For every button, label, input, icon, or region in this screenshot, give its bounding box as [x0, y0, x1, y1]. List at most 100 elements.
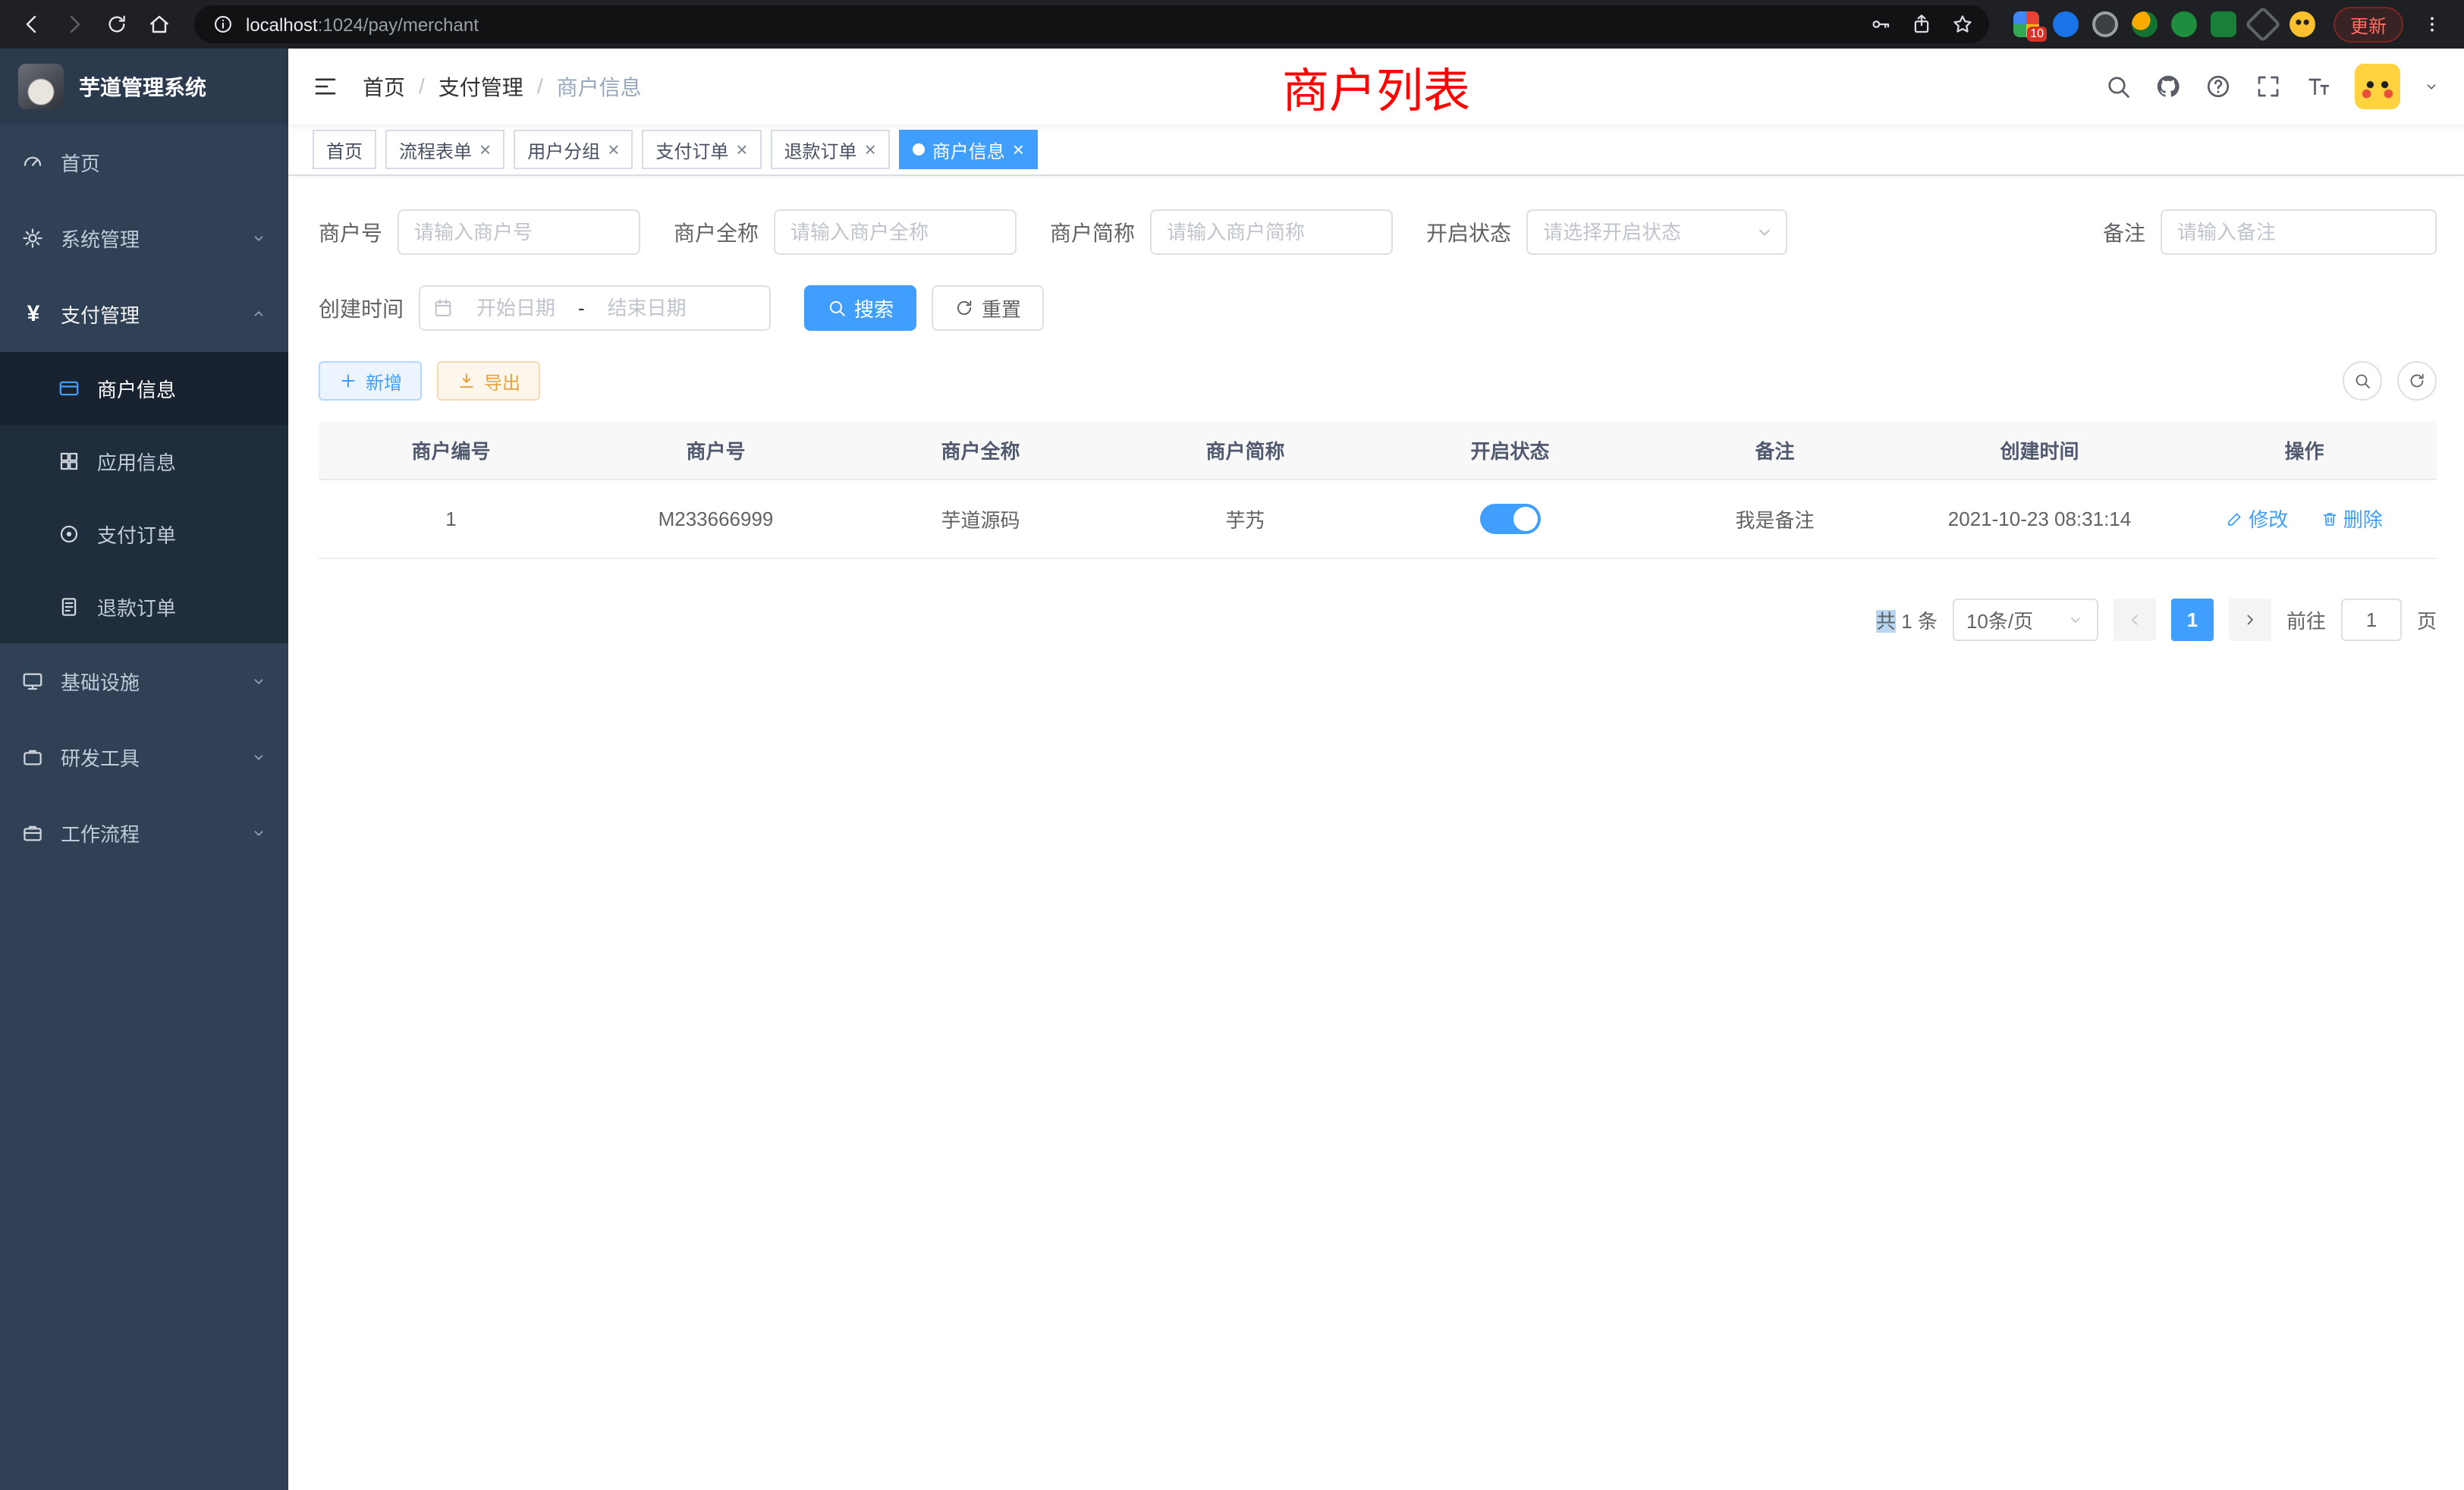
- extension-icon-7[interactable]: [2245, 6, 2281, 42]
- site-info-icon[interactable]: [209, 11, 237, 38]
- extension-icon-3[interactable]: [2092, 11, 2118, 37]
- monitor-icon: [21, 670, 46, 693]
- avatar-caret-icon[interactable]: [2423, 78, 2440, 95]
- tab-close-icon[interactable]: ×: [479, 140, 491, 159]
- extension-icon-6[interactable]: [2211, 11, 2236, 37]
- add-button[interactable]: 新增: [319, 361, 422, 401]
- logo-avatar: [18, 64, 64, 109]
- search-button-label: 搜索: [854, 294, 894, 322]
- calendar-icon: [432, 297, 454, 319]
- toggle-search-button[interactable]: [2343, 361, 2382, 401]
- grid-icon: [58, 450, 82, 473]
- sidebar-item-workflow[interactable]: 工作流程: [0, 795, 288, 871]
- extension-icon-4[interactable]: [2132, 11, 2158, 37]
- help-icon[interactable]: [2205, 73, 2232, 100]
- forward-icon[interactable]: [55, 5, 94, 44]
- col-header-status: 开启状态: [1378, 422, 1642, 479]
- prev-page-button[interactable]: [2114, 599, 2156, 641]
- reset-button-label: 重置: [982, 294, 1021, 322]
- sidebar-item-label: 支付管理: [61, 300, 140, 328]
- edit-link[interactable]: 修改: [2226, 505, 2288, 533]
- tab-label: 退款订单: [784, 137, 857, 163]
- sidebar-item-payment[interactable]: ¥ 支付管理: [0, 276, 288, 352]
- home-icon[interactable]: [140, 5, 179, 44]
- merchant-no-input[interactable]: [398, 209, 640, 255]
- cell-short-name: 芋艿: [1113, 479, 1378, 558]
- reload-icon[interactable]: [97, 5, 137, 44]
- tab-user-group[interactable]: 用户分组×: [514, 130, 633, 169]
- sidebar-item-merchant-info[interactable]: 商户信息: [0, 352, 288, 425]
- tab-label: 流程表单: [399, 137, 472, 163]
- full-name-label: 商户全称: [674, 217, 759, 247]
- breadcrumb-home[interactable]: 首页: [363, 71, 405, 102]
- tab-close-icon[interactable]: ×: [736, 140, 747, 159]
- date-range-picker[interactable]: -: [419, 285, 771, 331]
- chevron-down-icon: [250, 673, 267, 690]
- date-end-input[interactable]: [591, 297, 703, 320]
- extension-icon-1[interactable]: 10: [2013, 11, 2039, 37]
- key-icon[interactable]: [1869, 13, 1892, 36]
- fullscreen-icon[interactable]: [2255, 73, 2282, 100]
- cell-merchant-no: M233666999: [583, 479, 848, 558]
- sidebar-item-app-info[interactable]: 应用信息: [0, 425, 288, 498]
- tab-close-icon[interactable]: ×: [1013, 140, 1024, 159]
- bookmark-star-icon[interactable]: [1951, 13, 1974, 36]
- search-icon[interactable]: [2104, 73, 2132, 100]
- back-icon[interactable]: [12, 5, 52, 44]
- sidebar-item-home[interactable]: 首页: [0, 124, 288, 200]
- chevron-up-icon: [250, 306, 267, 322]
- cell-create-time: 2021-10-23 08:31:14: [1907, 479, 2172, 558]
- merchant-no-label: 商户号: [319, 217, 382, 247]
- breadcrumb-separator: /: [537, 74, 543, 99]
- sidebar-item-system[interactable]: 系统管理: [0, 200, 288, 276]
- github-icon[interactable]: [2154, 73, 2182, 100]
- status-select[interactable]: [1526, 209, 1787, 255]
- font-size-icon[interactable]: [2305, 73, 2332, 100]
- reset-button[interactable]: 重置: [932, 285, 1044, 331]
- url-bar[interactable]: localhost:1024/pay/merchant: [194, 5, 1989, 43]
- page-annotation: 商户列表: [1282, 52, 1470, 121]
- page-size-select[interactable]: 10条/页: [1953, 599, 2098, 641]
- browser-update-button[interactable]: 更新: [2334, 7, 2403, 42]
- page-number-button[interactable]: 1: [2171, 599, 2214, 641]
- extension-icon-2[interactable]: [2053, 11, 2079, 37]
- tab-pay-order[interactable]: 支付订单×: [642, 130, 761, 169]
- tab-close-icon[interactable]: ×: [865, 140, 876, 159]
- create-time-label: 创建时间: [319, 293, 404, 323]
- user-avatar[interactable]: [2355, 64, 2400, 109]
- extension-icon-8[interactable]: [2290, 11, 2315, 37]
- short-name-input[interactable]: [1150, 209, 1393, 255]
- export-button[interactable]: 导出: [437, 361, 540, 401]
- app-logo[interactable]: 芋道管理系统: [0, 49, 288, 124]
- next-page-button[interactable]: [2229, 599, 2271, 641]
- tab-close-icon[interactable]: ×: [608, 140, 619, 159]
- remark-input[interactable]: [2161, 209, 2437, 255]
- hamburger-icon[interactable]: [313, 74, 338, 99]
- browser-menu-icon[interactable]: [2412, 5, 2452, 44]
- goto-page-input[interactable]: [2341, 599, 2402, 641]
- delete-link[interactable]: 删除: [2321, 505, 2383, 533]
- yen-icon: ¥: [21, 301, 46, 327]
- share-icon[interactable]: [1910, 13, 1933, 36]
- tab-merchant-info[interactable]: 商户信息×: [899, 130, 1038, 169]
- sidebar-item-infrastructure[interactable]: 基础设施: [0, 643, 288, 719]
- extension-icon-5[interactable]: [2171, 11, 2197, 37]
- sidebar-item-refund-order[interactable]: 退款订单: [0, 571, 288, 643]
- goto-suffix: 页: [2417, 606, 2437, 634]
- pagination-total-highlight: 共: [1876, 610, 1896, 633]
- search-button[interactable]: 搜索: [804, 285, 916, 331]
- status-toggle[interactable]: [1480, 504, 1541, 534]
- target-icon: [58, 523, 82, 545]
- refresh-button[interactable]: [2397, 361, 2437, 401]
- breadcrumb-payment[interactable]: 支付管理: [438, 71, 523, 102]
- tab-refund-order[interactable]: 退款订单 ×: [771, 130, 890, 169]
- sidebar-item-dev-tools[interactable]: 研发工具: [0, 719, 288, 795]
- tab-home[interactable]: 首页: [313, 130, 376, 169]
- date-start-input[interactable]: [460, 297, 572, 320]
- app-title: 芋道管理系统: [79, 71, 206, 102]
- document-icon: [58, 596, 82, 618]
- tab-process-form[interactable]: 流程表单 ×: [385, 130, 504, 169]
- url-text: localhost:1024/pay/merchant: [246, 13, 479, 36]
- full-name-input[interactable]: [774, 209, 1017, 255]
- sidebar-item-pay-order[interactable]: 支付订单: [0, 498, 288, 571]
